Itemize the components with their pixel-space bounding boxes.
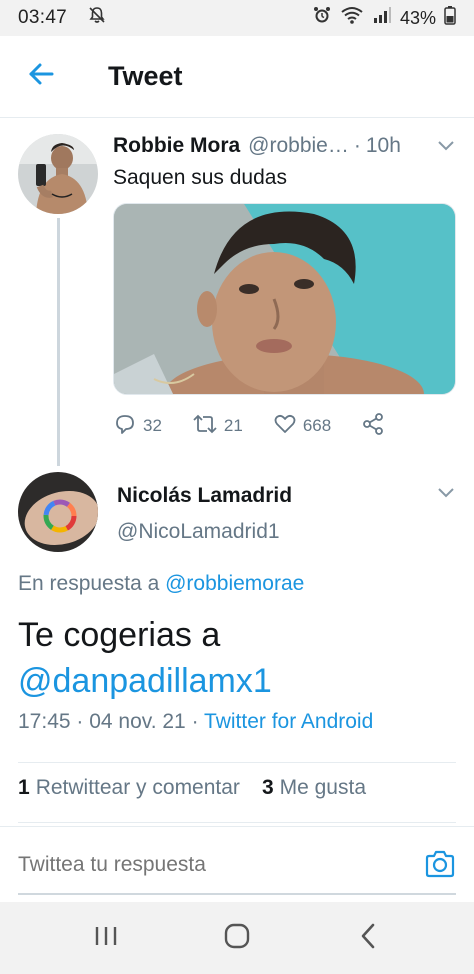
- mention-link[interactable]: @danpadillamx1: [18, 658, 456, 704]
- reply-icon: [113, 412, 137, 441]
- reply-input[interactable]: [18, 853, 398, 877]
- avatar[interactable]: [18, 134, 98, 214]
- status-bar: 03:47 43%: [0, 0, 474, 36]
- retweet-action[interactable]: 21: [192, 412, 243, 441]
- retweets-stat[interactable]: 1 Retwittear y comentar: [18, 776, 240, 800]
- chevron-down-icon[interactable]: [436, 139, 456, 153]
- chevron-down-icon[interactable]: [436, 486, 456, 505]
- home-button[interactable]: [207, 908, 267, 968]
- reply-underline: [18, 893, 456, 895]
- reply-count: 32: [143, 416, 162, 435]
- alarm-icon: [312, 5, 332, 31]
- recent-apps-button[interactable]: [76, 908, 136, 968]
- thread-line: [57, 218, 60, 466]
- heart-icon: [273, 412, 297, 441]
- likes-count: 3: [261, 776, 274, 799]
- signal-icon: [372, 5, 392, 31]
- tweet-meta: 17:45 · 04 nov. 21 · Twitter for Android: [18, 710, 373, 734]
- back-arrow-icon: [27, 60, 55, 93]
- reply-bar: [0, 826, 474, 902]
- like-count: 668: [302, 416, 332, 435]
- reply-mention-link[interactable]: @robbiemorae: [165, 572, 304, 595]
- camera-icon: [424, 850, 456, 883]
- tweet-image[interactable]: [113, 203, 456, 395]
- home-icon: [223, 922, 251, 955]
- reply-action[interactable]: 32: [113, 412, 162, 441]
- retweets-label: Retwittear y comentar: [35, 776, 240, 799]
- separator: ·: [353, 134, 361, 157]
- tweet-text: Saquen sus dudas: [113, 166, 287, 189]
- parent-tweet[interactable]: Robbie Mora @robbie… · 10h Saquen sus du…: [0, 118, 474, 466]
- tweet-time: 10h: [365, 134, 401, 157]
- share-action[interactable]: [361, 412, 385, 441]
- retweets-count: 1: [18, 776, 30, 799]
- source-link[interactable]: Twitter for Android: [204, 710, 373, 733]
- status-time: 03:47: [18, 7, 68, 28]
- author-name[interactable]: Robbie Mora: [113, 134, 240, 158]
- tweet-text: Te cogerias a @danpadillamx1: [18, 612, 456, 704]
- divider: [18, 822, 456, 823]
- reply-prefix: En respuesta a: [18, 572, 166, 595]
- page-title: Tweet: [108, 61, 183, 91]
- back-chevron-icon: [358, 922, 378, 955]
- tweet-stats: 1 Retwittear y comentar 3 Me gusta: [18, 776, 366, 800]
- tweet-timestamp: 17:45 · 04 nov. 21 ·: [18, 710, 205, 733]
- recent-apps-icon: [93, 924, 119, 953]
- wifi-icon: [340, 5, 364, 31]
- back-nav-button[interactable]: [338, 908, 398, 968]
- tweet-text-body: Te cogerias a: [18, 616, 221, 654]
- divider: [18, 762, 456, 763]
- likes-label: Me gusta: [279, 776, 367, 799]
- camera-button[interactable]: [424, 849, 456, 884]
- battery-icon: [444, 5, 456, 31]
- tweet-actions: 32 21 668: [113, 411, 456, 441]
- like-action[interactable]: 668: [273, 412, 331, 441]
- battery-percentage: 43%: [399, 7, 436, 28]
- retweet-icon: [192, 412, 218, 441]
- top-bar: Tweet: [0, 36, 474, 118]
- likes-stat[interactable]: 3 Me gusta: [262, 776, 366, 800]
- back-button[interactable]: [0, 36, 82, 118]
- share-icon: [361, 412, 385, 441]
- retweet-count: 21: [223, 416, 243, 435]
- author-handle[interactable]: @robbie…: [248, 134, 349, 158]
- author-handle[interactable]: @NicoLamadrid1: [117, 520, 280, 544]
- author-name[interactable]: Nicolás Lamadrid: [117, 484, 292, 508]
- system-nav-bar: [0, 902, 474, 974]
- mute-icon: [87, 5, 107, 31]
- reply-context: En respuesta a @robbiemorae: [18, 572, 304, 596]
- avatar[interactable]: [18, 472, 98, 552]
